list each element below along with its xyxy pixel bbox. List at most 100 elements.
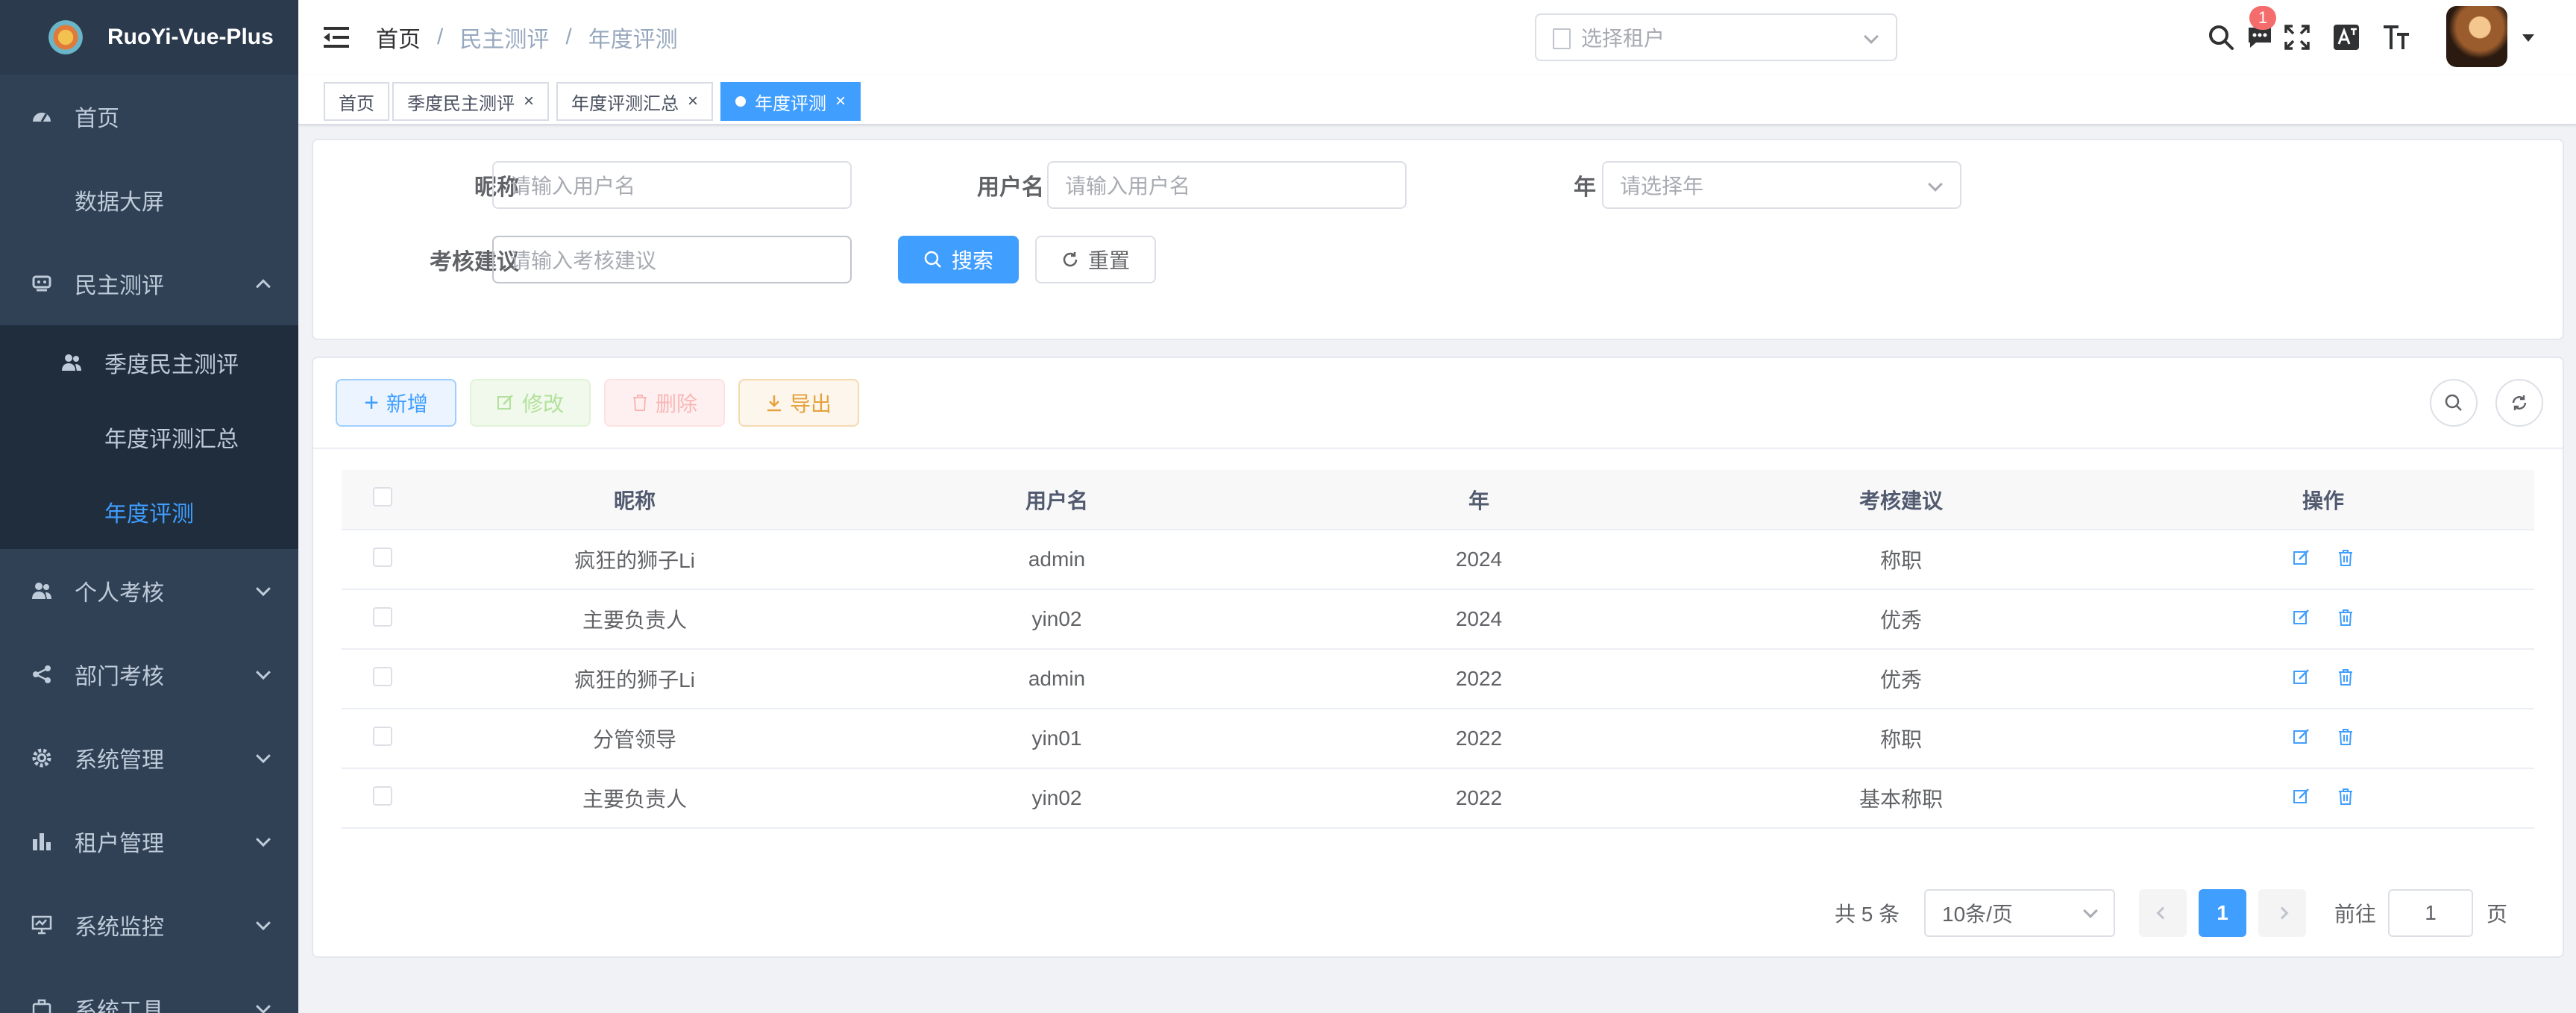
edit-icon[interactable]: [2293, 668, 2310, 691]
language-icon[interactable]: [2330, 21, 2363, 54]
cell-advice: 优秀: [1690, 649, 2112, 709]
row-checkbox[interactable]: [373, 666, 392, 686]
dashboard-icon: [30, 104, 54, 128]
sidebar-item-label: 个人考核: [75, 581, 164, 606]
chevron-down-icon: [2083, 903, 2098, 918]
advice-input-placeholder: 请输入考核建议: [510, 249, 657, 272]
font-size-icon[interactable]: [2379, 21, 2412, 54]
goto-label: 前往: [2334, 903, 2377, 926]
tag-label: 季度民主测评: [407, 93, 515, 114]
delete-button[interactable]: 删除: [604, 379, 725, 427]
cell-actions: [2112, 768, 2534, 829]
edit-icon[interactable]: [2293, 727, 2310, 751]
avatar[interactable]: [2446, 6, 2507, 67]
cell-year: 2024: [1268, 530, 1690, 590]
close-icon[interactable]: ×: [688, 91, 698, 112]
sidebar-item-label: 租户管理: [75, 832, 164, 856]
add-button-label: 新增: [386, 392, 428, 415]
tenant-select-placeholder: 选择租户: [1581, 27, 1665, 50]
sidebar-item-data-screen[interactable]: 数据大屏: [0, 158, 298, 242]
toggle-search-button[interactable]: [2430, 379, 2478, 427]
fullscreen-icon[interactable]: [2281, 21, 2313, 54]
sidebar-item-annual-review[interactable]: 年度评测: [0, 474, 298, 549]
sidebar-item-democratic-review[interactable]: 民主测评: [0, 242, 298, 325]
tag-home[interactable]: 首页: [324, 82, 389, 121]
table-row: 分管领导 yin01 2022 称职: [342, 709, 2534, 769]
chevron-down-icon: [256, 665, 271, 680]
table-row: 主要负责人 yin02 2024 优秀: [342, 589, 2534, 650]
reset-button-label: 重置: [1087, 249, 1130, 272]
chevron-up-icon: [256, 279, 271, 295]
page-number-current[interactable]: 1: [2199, 889, 2246, 937]
edit-icon[interactable]: [2293, 608, 2310, 632]
sidebar-item-system-monitor[interactable]: 系统监控: [0, 883, 298, 967]
goto-page-input[interactable]: 1: [2388, 889, 2473, 937]
cell-advice: 优秀: [1690, 589, 2112, 650]
nickname-input[interactable]: 请输入用户名: [492, 161, 852, 209]
trash-icon[interactable]: [2337, 548, 2354, 572]
breadcrumb-home[interactable]: 首页: [376, 21, 421, 54]
trash-icon[interactable]: [2337, 668, 2354, 691]
cell-advice: 称职: [1690, 530, 2112, 590]
row-checkbox[interactable]: [373, 606, 392, 627]
building-icon: [1553, 28, 1571, 49]
sidebar-item-personal-assessment[interactable]: 个人考核: [0, 549, 298, 633]
hamburger-icon[interactable]: [324, 27, 349, 48]
refresh-icon: [1063, 252, 1078, 267]
edit-button[interactable]: 修改: [470, 379, 591, 427]
cell-nickname: 主要负责人: [424, 589, 846, 650]
trash-icon[interactable]: [2337, 787, 2354, 811]
tag-label: 年度评测汇总: [571, 93, 679, 114]
row-checkbox[interactable]: [373, 547, 392, 567]
sidebar-item-quarterly-review[interactable]: 季度民主测评: [0, 325, 298, 400]
close-icon[interactable]: ×: [835, 91, 846, 112]
sidebar-item-home[interactable]: 首页: [0, 75, 298, 158]
tag-annual-summary[interactable]: 年度评测汇总 ×: [556, 82, 714, 121]
select-all-checkbox[interactable]: [373, 487, 392, 506]
cell-year: 2022: [1268, 649, 1690, 709]
table-row: 疯狂的狮子Li admin 2022 优秀: [342, 649, 2534, 709]
row-checkbox[interactable]: [373, 785, 392, 806]
add-button[interactable]: + 新增: [336, 379, 456, 427]
search-button[interactable]: 搜索: [898, 236, 1019, 283]
logo[interactable]: RuoYi-Vue-Plus: [0, 0, 298, 75]
nickname-input-placeholder: 请输入用户名: [510, 175, 636, 198]
edit-icon[interactable]: [2293, 548, 2310, 572]
tag-quarterly-review[interactable]: 季度民主测评 ×: [392, 82, 550, 121]
sidebar-item-dept-assessment[interactable]: 部门考核: [0, 633, 298, 716]
close-icon[interactable]: ×: [524, 91, 534, 112]
sidebar-item-system-tools[interactable]: 系统工具: [0, 967, 298, 1013]
tenant-select[interactable]: 选择租户: [1535, 13, 1897, 61]
page-size-select[interactable]: 10条/页: [1924, 889, 2115, 937]
toolbar-divider: [313, 448, 2563, 449]
advice-input[interactable]: 请输入考核建议: [492, 236, 852, 283]
search-button-label: 搜索: [951, 249, 993, 272]
trash-icon[interactable]: [2337, 608, 2354, 632]
table-row: 疯狂的狮子Li admin 2024 称职: [342, 530, 2534, 590]
delete-button-label: 删除: [655, 392, 697, 415]
next-page-button[interactable]: [2258, 889, 2306, 937]
sidebar-item-system-admin[interactable]: 系统管理: [0, 716, 298, 800]
row-checkbox[interactable]: [373, 726, 392, 746]
year-select[interactable]: 请选择年: [1602, 161, 1961, 209]
cell-year: 2022: [1268, 709, 1690, 769]
tag-annual-review[interactable]: 年度评测 ×: [720, 82, 861, 121]
reset-button[interactable]: 重置: [1035, 236, 1156, 283]
search-icon[interactable]: [2205, 21, 2237, 54]
sidebar-item-annual-summary[interactable]: 年度评测汇总: [0, 400, 298, 474]
export-button[interactable]: 导出: [738, 379, 859, 427]
trash-icon[interactable]: [2337, 727, 2354, 751]
sidebar-item-tenant-admin[interactable]: 租户管理: [0, 800, 298, 883]
chevron-down-icon: [256, 748, 271, 764]
search-icon: [2445, 394, 2462, 411]
username-input[interactable]: 请输入用户名: [1047, 161, 1407, 209]
year-label: 年: [1574, 175, 1596, 200]
prev-page-button[interactable]: [2139, 889, 2187, 937]
refresh-button[interactable]: [2495, 379, 2543, 427]
cell-username: admin: [846, 530, 1268, 590]
caret-down-icon[interactable]: [2522, 34, 2534, 42]
sidebar-item-label: 系统工具: [75, 999, 164, 1013]
page-size-value: 10条/页: [1942, 903, 2013, 926]
edit-icon[interactable]: [2293, 787, 2310, 811]
cell-year: 2024: [1268, 589, 1690, 650]
